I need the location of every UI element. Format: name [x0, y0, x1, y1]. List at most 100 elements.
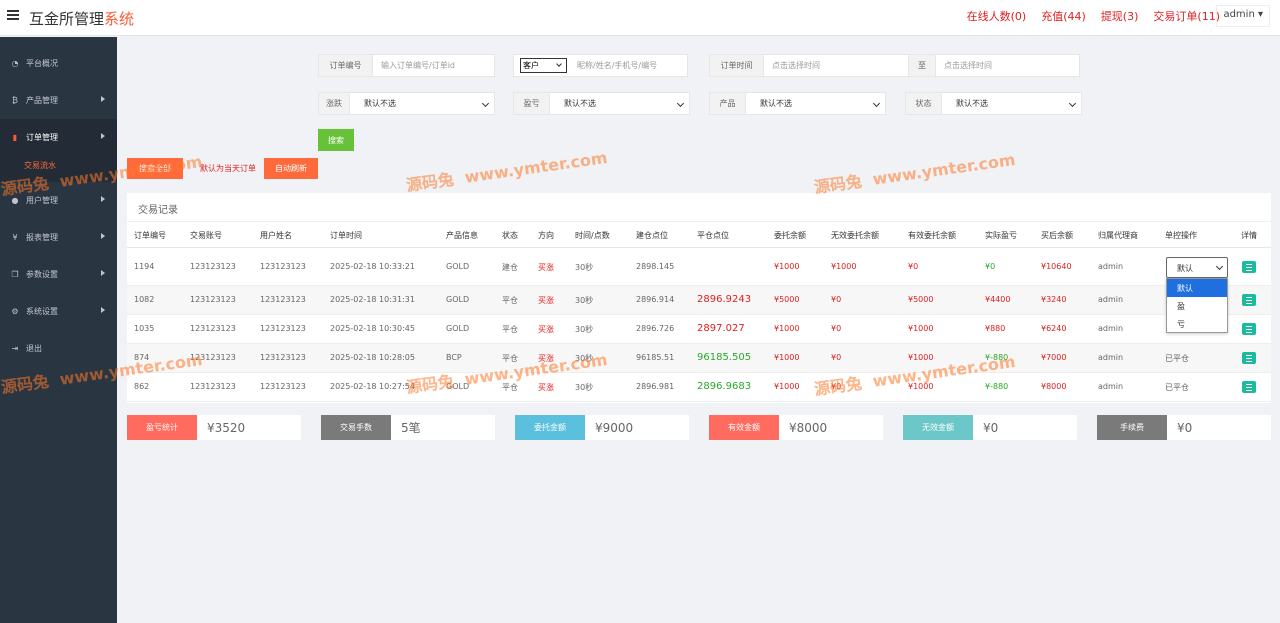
- cell-close: 96185.505: [697, 352, 752, 363]
- cell-invalid: ¥0: [831, 353, 842, 362]
- sidebar-item-reports[interactable]: ¥ 报表管理: [0, 219, 117, 256]
- control-select[interactable]: 默认: [1166, 257, 1228, 278]
- cell-duration: 30秒: [575, 325, 594, 334]
- cell-status: 平仓: [502, 383, 518, 392]
- watermark: 源码兔 www.ymter.com: [404, 147, 609, 196]
- cell-status: 平仓: [502, 296, 518, 305]
- sidebar-item-system[interactable]: ⚙ 系统设置: [0, 293, 117, 330]
- sidebar-item-dashboard[interactable]: ◔ 平台概况: [0, 45, 117, 82]
- sidebar: ◔ 平台概况 ₿ 产品管理 ▮ 订单管理 交易流水 ● 用户管理 ¥ 报表管理 ❐ 参数设置…: [0, 37, 117, 623]
- time-end-input[interactable]: 点击选择时间: [936, 55, 1079, 76]
- sidebar-item-logout[interactable]: ⇥ 退出: [0, 330, 117, 367]
- col-valid: 有效委托余额: [908, 231, 956, 240]
- chevron-right-icon: [101, 270, 105, 276]
- control-dropdown-menu: 默认 盈 亏: [1166, 278, 1228, 333]
- cell-account: 123123123: [190, 262, 236, 271]
- customer-input[interactable]: 昵称/姓名/手机号/编号: [567, 55, 687, 76]
- cell-agent: admin: [1098, 295, 1124, 304]
- stat-valid-value: ¥8000: [789, 420, 828, 435]
- recharge-link[interactable]: 充值(44): [1041, 8, 1086, 24]
- auto-refresh-button[interactable]: 自动刷新: [264, 158, 318, 179]
- sidebar-item-users[interactable]: ● 用户管理: [0, 182, 117, 219]
- stat-lots-label: 交易手数: [321, 415, 391, 440]
- detail-list-icon[interactable]: [1242, 294, 1256, 306]
- updown-label: 涨跌: [319, 93, 350, 114]
- cell-name: 123123123: [260, 295, 306, 304]
- cell-after: ¥8000: [1041, 382, 1067, 391]
- cell-product: GOLD: [446, 382, 470, 391]
- chevron-right-icon: [101, 196, 105, 202]
- cell-valid: ¥5000: [908, 295, 934, 304]
- customer-filter: 客户 昵称/姓名/手机号/编号: [513, 54, 688, 77]
- cell-valid: ¥1000: [908, 324, 934, 333]
- search-button[interactable]: 搜索: [318, 129, 354, 151]
- cell-product: BCP: [446, 353, 462, 362]
- dropdown-option-default[interactable]: 默认: [1167, 279, 1227, 297]
- chevron-down-icon: [1068, 99, 1077, 108]
- order-no-input[interactable]: 输入订单编号/订单id: [373, 55, 494, 76]
- cell-control: 已平仓: [1165, 383, 1189, 392]
- customer-type-select[interactable]: 客户: [520, 58, 567, 73]
- user-icon: ●: [11, 196, 19, 205]
- cell-id: 1035: [134, 324, 155, 333]
- table-row: 1194 123123123 123123123 2025-02-18 10:3…: [127, 249, 1271, 286]
- sidebar-subitem-trade-flow[interactable]: 交易流水: [0, 156, 117, 182]
- pnl-select[interactable]: 默认不选: [550, 93, 689, 114]
- col-after: 买后余额: [1041, 231, 1073, 240]
- online-users-link[interactable]: 在线人数(0): [967, 8, 1027, 24]
- col-detail: 详情: [1241, 231, 1257, 240]
- cell-control: 已平仓: [1165, 354, 1189, 363]
- chevron-right-icon: [101, 96, 105, 102]
- updown-select[interactable]: 默认不选: [350, 93, 494, 114]
- admin-user-menu[interactable]: admin ▾: [1216, 5, 1270, 27]
- trade-records-panel: 交易记录 订单编号 交易账号 用户姓名 订单时间 产品信息 状态 方向 时间/点…: [127, 193, 1271, 403]
- document-icon: ▮: [12, 133, 18, 142]
- cell-account: 123123123: [190, 295, 236, 304]
- to-label: 至: [908, 55, 936, 76]
- cell-direction: 买涨: [538, 325, 554, 334]
- chevron-right-icon: [101, 233, 105, 239]
- stat-entrust: 委托金额 ¥9000: [515, 415, 689, 440]
- withdraw-link[interactable]: 提现(3): [1101, 8, 1139, 24]
- detail-list-icon[interactable]: [1242, 352, 1256, 364]
- copy-icon: ❐: [11, 270, 19, 279]
- col-entrust: 委托余额: [774, 231, 806, 240]
- status-select[interactable]: 默认不选: [942, 93, 1081, 114]
- top-links: 在线人数(0) 充值(44) 提现(3) 交易订单(11): [967, 8, 1220, 24]
- time-start-input[interactable]: 点击选择时间: [764, 55, 908, 76]
- updown-filter: 涨跌 默认不选: [318, 92, 495, 115]
- hamburger-menu-icon[interactable]: [7, 10, 19, 20]
- detail-list-icon[interactable]: [1242, 381, 1256, 393]
- cell-account: 123123123: [190, 324, 236, 333]
- cell-invalid: ¥0: [831, 324, 842, 333]
- stat-entrust-value: ¥9000: [595, 420, 634, 435]
- dropdown-option-win[interactable]: 盈: [1167, 297, 1227, 315]
- cell-id: 862: [134, 382, 150, 391]
- cell-time: 2025-02-18 10:27:54: [330, 382, 415, 391]
- sidebar-item-products[interactable]: ₿ 产品管理: [0, 82, 117, 119]
- orders-link[interactable]: 交易订单(11): [1153, 8, 1220, 24]
- cell-direction: 买涨: [538, 383, 554, 392]
- product-select[interactable]: 默认不选: [746, 93, 885, 114]
- chevron-right-icon: [101, 307, 105, 313]
- dropdown-option-lose[interactable]: 亏: [1167, 315, 1227, 333]
- detail-list-icon[interactable]: [1242, 323, 1256, 335]
- stat-pnl: 盈亏统计 ¥3520: [127, 415, 301, 440]
- search-all-button[interactable]: 搜索全部: [127, 158, 183, 179]
- stat-valid-label: 有效金额: [709, 415, 779, 440]
- cell-close: 2896.9243: [697, 294, 752, 305]
- stat-pnl-value: ¥3520: [207, 420, 246, 435]
- cell-close: 2897.027: [697, 323, 745, 334]
- detail-list-icon[interactable]: [1242, 261, 1256, 273]
- cell-after: ¥7000: [1041, 353, 1067, 362]
- sidebar-item-orders[interactable]: ▮ 订单管理: [0, 119, 117, 156]
- watermark: 源码兔 www.ymter.com: [812, 149, 1017, 198]
- panel-title: 交易记录: [138, 205, 178, 216]
- sidebar-item-params[interactable]: ❐ 参数设置: [0, 256, 117, 293]
- col-control: 单控操作: [1165, 231, 1197, 240]
- cell-name: 123123123: [260, 262, 306, 271]
- cell-id: 1194: [134, 262, 155, 271]
- stat-invalid: 无效金额 ¥0: [903, 415, 1077, 440]
- chevron-down-icon: [1215, 262, 1224, 271]
- cell-direction: 买涨: [538, 296, 554, 305]
